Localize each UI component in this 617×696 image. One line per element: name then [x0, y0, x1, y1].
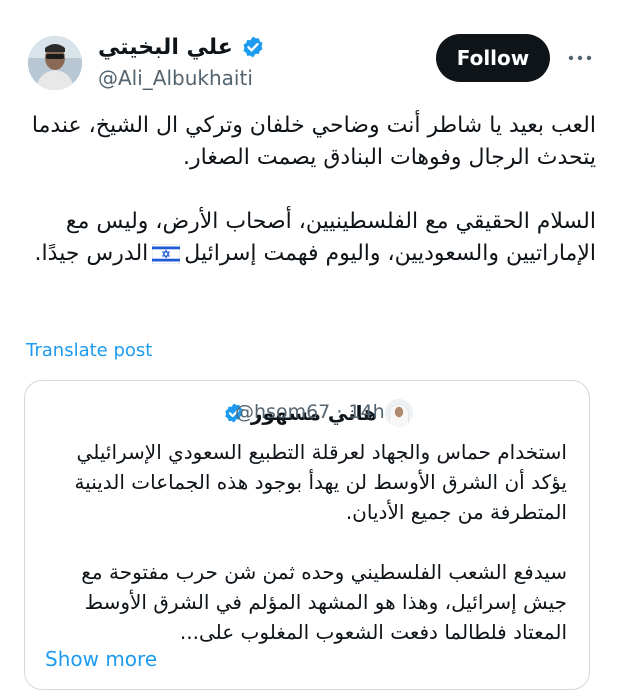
- quoted-author-avatar[interactable]: [385, 399, 413, 427]
- more-horizontal-icon: [568, 55, 592, 61]
- quoted-post[interactable]: هاني مسهور @hsom67 · 14h استخدام حماس وا…: [24, 380, 590, 690]
- author-name-row: علي البخيتي: [98, 30, 398, 64]
- quoted-post-body: استخدام حماس والجهاد لعرقلة التطبيع السع…: [47, 437, 567, 647]
- post-paragraph-2: السلام الحقيقي مع الفلسطينيين، أصحاب الأ…: [22, 206, 596, 270]
- quoted-author-handle[interactable]: @hsom67: [235, 401, 330, 423]
- verified-badge-icon: [243, 36, 263, 58]
- author-avatar[interactable]: [28, 36, 82, 90]
- quoted-paragraph-1: استخدام حماس والجهاد لعرقلة التطبيع السع…: [74, 440, 567, 524]
- author-block: علي البخيتي @Ali_Albukhaiti: [98, 30, 398, 90]
- author-handle[interactable]: @Ali_Albukhaiti: [98, 66, 398, 90]
- quoted-post-time[interactable]: · 14h: [336, 401, 384, 423]
- post-header: علي البخيتي @Ali_Albukhaiti Follow: [0, 0, 617, 110]
- israel-flag-icon: [152, 244, 181, 264]
- more-options-button[interactable]: [566, 44, 594, 72]
- show-more-link[interactable]: Show more: [45, 647, 157, 671]
- post-paragraph-2-end: الدرس جيدًا.: [34, 241, 149, 266]
- follow-button[interactable]: Follow: [436, 34, 550, 82]
- translate-post-link[interactable]: Translate post: [26, 340, 152, 361]
- quoted-paragraph-2: سيدفع الشعب الفلسطيني وحده ثمن شن حرب مف…: [81, 560, 567, 644]
- post-paragraph-1: العب بعيد يا شاطر أنت وضاحي خلفان وتركي …: [31, 113, 596, 170]
- post-body: العب بعيد يا شاطر أنت وضاحي خلفان وتركي …: [22, 110, 596, 270]
- quoted-post-meta: @hsom67 · 14h: [235, 401, 385, 423]
- author-name[interactable]: علي البخيتي: [98, 35, 233, 60]
